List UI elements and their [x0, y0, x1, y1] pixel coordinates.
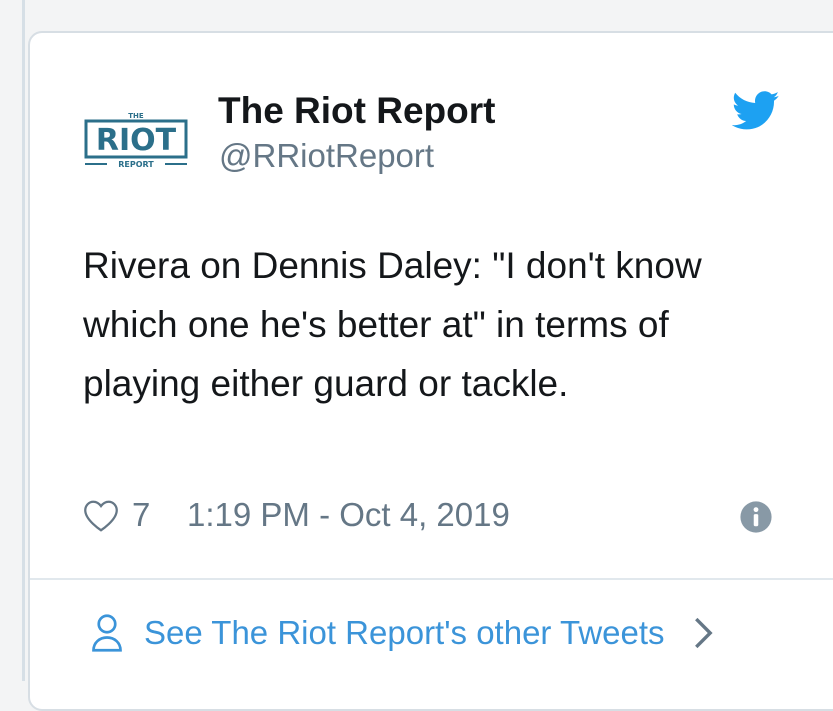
like-count[interactable]: 7 — [132, 496, 150, 534]
author-handle[interactable]: @RRiotReport — [219, 137, 434, 175]
info-icon[interactable] — [739, 500, 773, 534]
tweet-text: Rivera on Dennis Daley: "I don't know wh… — [83, 245, 702, 404]
chevron-right-icon — [694, 617, 713, 649]
author-name[interactable]: The Riot Report — [218, 90, 495, 132]
see-other-tweets-link[interactable]: See The Riot Report's other Tweets — [92, 611, 715, 655]
heart-icon[interactable] — [83, 499, 119, 533]
tweet-meta-row: 7 1:19 PM - Oct 4, 2019 — [83, 496, 783, 540]
embedded-tweet-card[interactable]: THE RIOT REPORT The Riot Report @RRiotRe… — [28, 31, 833, 711]
author-avatar-logo[interactable]: THE RIOT REPORT — [83, 108, 189, 170]
logo-main-text: RIOT — [96, 123, 177, 158]
logo-top-text: THE — [128, 112, 144, 120]
page-left-rule — [22, 0, 25, 681]
see-other-tweets-label: See The Riot Report's other Tweets — [144, 614, 665, 651]
tweet-timestamp[interactable]: 1:19 PM - Oct 4, 2019 — [187, 496, 510, 534]
person-icon — [92, 614, 122, 652]
logo-bottom-text: REPORT — [118, 160, 154, 169]
twitter-bird-icon[interactable] — [732, 91, 780, 131]
footer-divider — [30, 578, 833, 580]
